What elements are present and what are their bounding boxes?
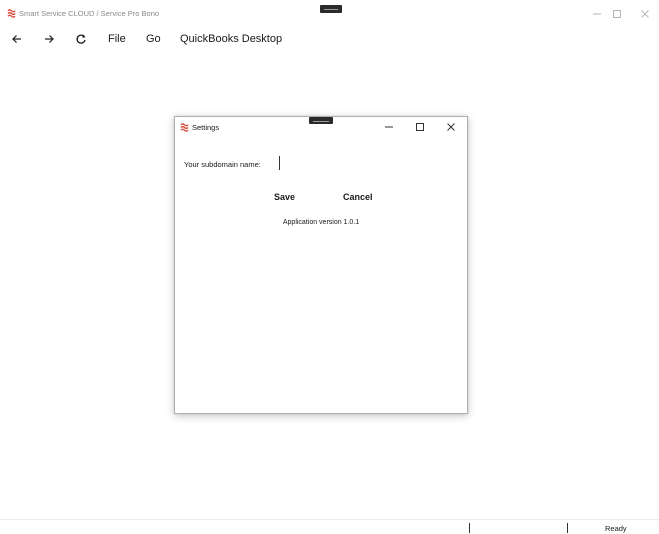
dialog-close-button[interactable] xyxy=(443,119,459,135)
status-separator xyxy=(567,523,568,533)
menu-file[interactable]: File xyxy=(108,32,126,46)
arrow-right-icon xyxy=(45,35,54,43)
minimize-button[interactable] xyxy=(589,6,605,22)
dialog-minimize-button[interactable] xyxy=(381,119,397,135)
settings-dialog: Settings Your subdomain name: Save Cance… xyxy=(174,116,468,414)
minimize-icon xyxy=(385,126,393,128)
drag-handle-icon[interactable] xyxy=(320,5,342,13)
window-title: Smart Service CLOUD / Service Pro Bono xyxy=(19,9,160,18)
forward-button[interactable] xyxy=(42,32,56,46)
dialog-drag-handle-icon[interactable] xyxy=(309,117,333,124)
maximize-button[interactable] xyxy=(609,6,625,22)
back-button[interactable] xyxy=(10,32,24,46)
arrow-left-icon xyxy=(12,35,21,43)
main-toolbar: File Go QuickBooks Desktop xyxy=(0,28,659,50)
dialog-logo-icon xyxy=(180,123,189,132)
refresh-button[interactable] xyxy=(74,32,88,46)
menu-go[interactable]: Go xyxy=(146,32,161,46)
menu-quickbooks-desktop[interactable]: QuickBooks Desktop xyxy=(180,32,282,46)
app-logo-icon xyxy=(7,9,16,18)
dialog-title: Settings xyxy=(192,123,220,132)
maximize-icon xyxy=(613,10,621,18)
maximize-icon xyxy=(416,123,424,131)
subdomain-input[interactable] xyxy=(279,156,452,170)
close-button[interactable] xyxy=(637,6,653,22)
cancel-button[interactable]: Cancel xyxy=(343,192,373,202)
status-separator xyxy=(469,523,470,533)
status-text: Ready xyxy=(605,524,627,533)
save-button[interactable]: Save xyxy=(274,192,295,202)
refresh-icon xyxy=(76,34,86,44)
close-icon xyxy=(447,123,455,131)
window-titlebar[interactable]: Smart Service CLOUD / Service Pro Bono xyxy=(0,0,659,26)
dialog-maximize-button[interactable] xyxy=(412,119,428,135)
subdomain-label: Your subdomain name: xyxy=(184,160,261,169)
application-version: Application version 1.0.1 xyxy=(282,219,360,226)
status-bar: Ready xyxy=(0,519,659,534)
minimize-icon xyxy=(593,13,601,15)
close-icon xyxy=(641,10,649,18)
